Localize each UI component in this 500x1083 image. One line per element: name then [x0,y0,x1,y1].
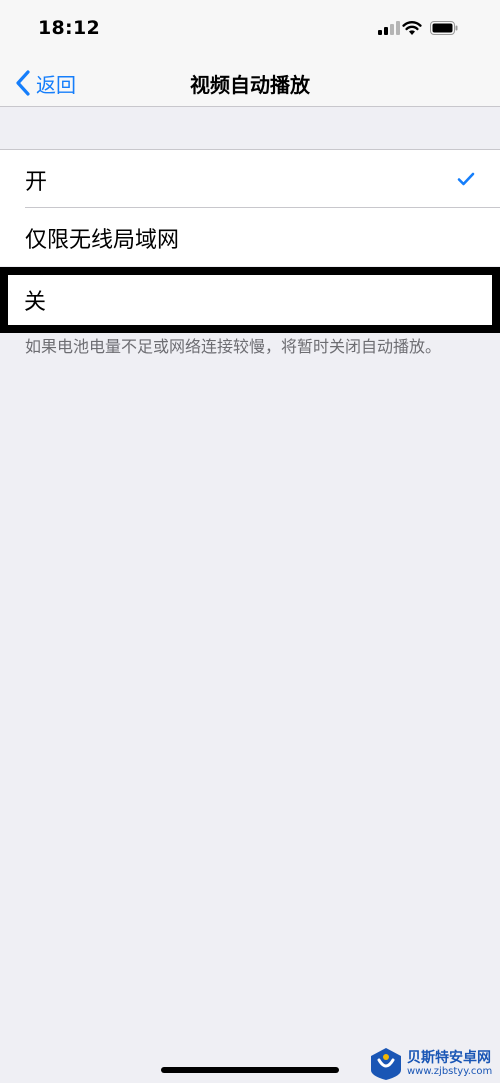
option-on[interactable]: 开 [0,150,500,208]
signal-icon [378,21,400,35]
home-indicator[interactable] [161,1067,339,1073]
footer-note: 如果电池电量不足或网络连接较慢，将暂时关闭自动播放。 [25,337,442,356]
page-title: 视频自动播放 [190,73,310,97]
option-label: 开 [25,170,48,195]
battery-icon [430,21,458,35]
option-label: 仅限无线局域网 [25,228,180,253]
watermark: 贝斯特安卓网 www.zjbstyy.com [368,1045,500,1083]
option-wlan-only[interactable]: 仅限无线局域网 [0,208,500,266]
watermark-logo-icon [371,1048,401,1080]
watermark-url: www.zjbstyy.com [407,1066,493,1077]
navigation-bar: 返回 视频自动播放 [0,60,500,107]
option-label: 关 [24,290,47,315]
autoplay-options-list: 开 仅限无线局域网 [0,149,500,266]
status-bar: 18:12 [0,0,500,60]
option-off[interactable]: 关 [0,267,500,333]
status-time: 18:12 [38,17,100,39]
checkmark-icon [457,172,475,186]
wifi-icon [402,21,422,35]
watermark-name: 贝斯特安卓网 [407,1050,491,1066]
